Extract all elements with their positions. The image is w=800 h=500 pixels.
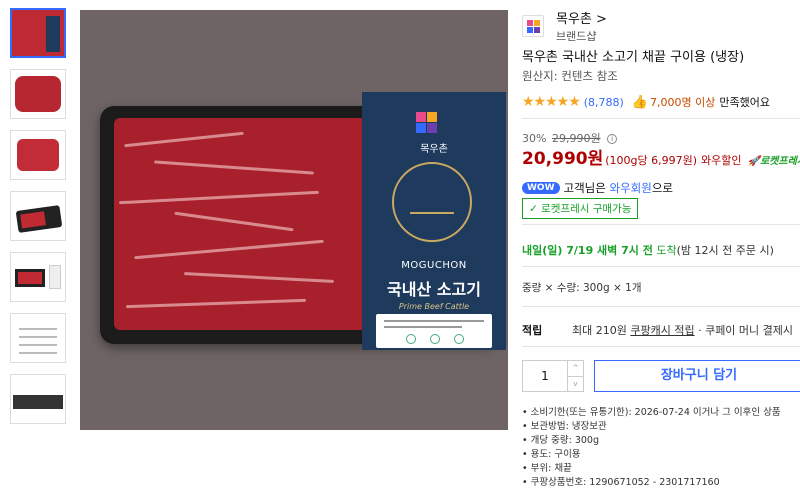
- brand-name-link[interactable]: 목우촌 >: [556, 8, 607, 27]
- divider: [522, 346, 800, 347]
- wow-text-suffix: 으로: [651, 181, 673, 195]
- package-brand: 목우촌: [420, 144, 448, 155]
- brand-logo-icon: [416, 112, 438, 134]
- detail-item: 소비기한(또는 유통기한): 2026-07-24 이거나 그 이후인 상품: [522, 406, 781, 420]
- detail-item: 용도: 구이용: [522, 448, 781, 462]
- quantity-stepper[interactable]: 1 ^ v: [522, 360, 584, 392]
- wow-row: WOW 고객님은 와우회원 으로: [522, 180, 673, 196]
- package-english-name: MOGUCHON: [401, 260, 467, 271]
- wow-member-link[interactable]: 와우회원: [610, 180, 652, 196]
- product-title: 목우촌 국내산 소고기 채끝 구이용 (냉장): [522, 50, 745, 65]
- option-summary: 중량 × 수량: 300g × 1개: [522, 282, 642, 294]
- satisfied-text: 만족했어요: [719, 96, 770, 109]
- wow-discount-label: 와우할인: [701, 154, 742, 167]
- thumbnail-5[interactable]: [10, 252, 66, 302]
- delivery-date: 내일(일) 7/19 새벽 7시 전: [522, 244, 653, 257]
- wow-badge: WOW: [522, 182, 560, 194]
- package-sleeve: 목우촌 MOGUCHON 국내산 소고기 Prime Beef Cattle: [362, 92, 506, 350]
- product-info: 목우촌 > 브랜드샵 목우촌 국내산 소고기 채끝 구이용 (냉장) 원산지: …: [522, 8, 800, 488]
- coupang-cash-link[interactable]: 쿠팡캐시 적립: [630, 324, 694, 337]
- rocket-fresh-badge: ✓ 로켓프레시 구매가능: [522, 198, 639, 219]
- divider: [522, 266, 800, 267]
- package-label-card: [376, 314, 492, 348]
- thumbnail-4[interactable]: [10, 191, 66, 241]
- divider: [522, 306, 800, 307]
- product-origin: 원산지: 컨텐츠 참조: [522, 69, 618, 83]
- delivery-note: (밤 12시 전 주문 시): [676, 244, 774, 257]
- rocket-fresh-logo: 🚀로켓프레시: [747, 156, 800, 167]
- meat-tray: 목우촌 MOGUCHON 국내산 소고기 Prime Beef Cattle: [100, 92, 506, 350]
- thumbnail-7[interactable]: [10, 374, 66, 424]
- divider: [522, 118, 800, 119]
- thumbnail-1[interactable]: [10, 8, 66, 58]
- delivery-arrive: 도착: [656, 244, 677, 257]
- brand-logo-icon: [522, 15, 544, 37]
- unit-price: (100g당 6,997원): [605, 154, 698, 167]
- rating-stars-icon: ★★★★★: [522, 94, 581, 110]
- detail-item: 개당 중량: 300g: [522, 434, 781, 448]
- quantity-up-button[interactable]: ^: [568, 361, 583, 376]
- cash-label: 적립: [522, 324, 543, 337]
- divider: [522, 224, 800, 225]
- beef-slices: [114, 118, 374, 330]
- cash-text: 최대 210원 쿠팡캐시 적립 · 쿠페이 머니 결제시: [572, 324, 794, 337]
- satisfied-count: 7,000명 이상: [650, 96, 716, 109]
- thumbnail-2[interactable]: [10, 69, 66, 119]
- wow-text-prefix: 고객님은: [563, 181, 606, 195]
- thumbnail-3[interactable]: [10, 130, 66, 180]
- main-product-image: 목우촌 MOGUCHON 국내산 소고기 Prime Beef Cattle: [80, 10, 508, 430]
- thumbnail-list: [10, 8, 70, 435]
- add-to-cart-button[interactable]: 장바구니 담기: [594, 360, 800, 392]
- info-icon[interactable]: i: [607, 134, 618, 144]
- package-subtitle: Prime Beef Cattle: [398, 302, 470, 311]
- product-details-list: 소비기한(또는 유통기한): 2026-07-24 이거나 그 이후인 상품 보…: [522, 406, 781, 490]
- package-korean-name: 국내산 소고기: [387, 280, 481, 299]
- cash-row: 적립 최대 210원 쿠팡캐시 적립 · 쿠페이 머니 결제시: [522, 322, 793, 338]
- delivery-info: 내일(일) 7/19 새벽 7시 전 도착(밤 12시 전 주문 시): [522, 242, 774, 258]
- quantity-down-button[interactable]: v: [568, 376, 583, 392]
- rating-row: ★★★★★ (8,788) 👍 7,000명 이상 만족했어요: [522, 94, 770, 110]
- brand-shop-label[interactable]: 브랜드샵: [556, 28, 607, 44]
- price-row: 20,990원 (100g당 6,997원) 와우할인 🚀로켓프레시: [522, 144, 800, 169]
- detail-item: 쿠팡상품번호: 1290671052 - 2301717160: [522, 476, 781, 490]
- sale-price: 20,990원: [522, 149, 604, 169]
- thumbs-up-icon: 👍: [631, 94, 649, 110]
- cattle-emblem-icon: [392, 162, 472, 242]
- thumbnail-6[interactable]: [10, 313, 66, 363]
- detail-item: 보관방법: 냉장보관: [522, 420, 781, 434]
- quantity-value[interactable]: 1: [523, 361, 567, 391]
- brand-row[interactable]: 목우촌 > 브랜드샵: [522, 8, 800, 44]
- detail-item: 부위: 채끝: [522, 462, 781, 476]
- review-count-link[interactable]: (8,788): [584, 96, 624, 109]
